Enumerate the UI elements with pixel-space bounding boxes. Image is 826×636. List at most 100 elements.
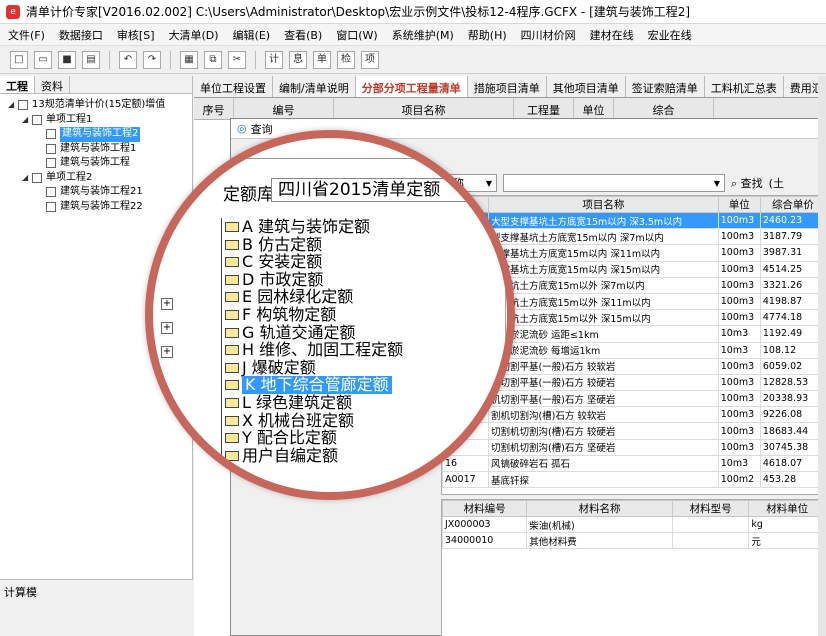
folder-icon [225,292,239,303]
cell-name: 大型支撑基坑土方底宽15m以内 深3.5m以内 [487,211,719,230]
library-item[interactable]: A 建筑与装饰定额 [225,218,370,236]
chevron-down-icon: ▼ [713,178,721,188]
library-item[interactable]: Y 配合比定额 [225,429,337,447]
magnified-content: 定额库 四川省2015清单定额 + + + A 建筑与装饰定额 B 仿古定额 C 安… [153,138,507,492]
library-select[interactable]: 四川省2015清单定额 [271,178,483,202]
dialog-title: 查询 [250,122,273,136]
cell-unit: 100m3 [717,292,761,311]
tab-project[interactable]: 工程 [0,76,35,93]
vertical-scrollbar[interactable] [818,76,826,636]
table-row[interactable]: 34000010 其他材料费 元 [442,532,826,549]
menu-item-0[interactable]: 文件(F) [8,27,45,43]
menu-item-11[interactable]: 宏业在线 [648,27,692,43]
toolbar-separator [109,50,110,69]
tree-item-label: 单项工程2 [46,171,93,183]
save-icon[interactable]: ■ [58,50,76,69]
project-icon [18,100,28,111]
library-item[interactable]: H 维修、加固工程定额 [225,341,403,359]
unit-icon[interactable]: 单 [313,50,331,69]
library-item-label: Y 配合比定额 [242,428,337,448]
library-item[interactable]: F 构筑物定额 [225,306,336,324]
copy-icon[interactable]: ⧉ [204,50,222,69]
cell-name: 切割机切割沟(槽)石方 较硬岩 [487,422,719,440]
menu-item-5[interactable]: 查看(B) [284,27,322,43]
cell-unit: 元 [748,532,826,549]
cell-unit: kg [748,516,826,533]
cell-name: 车运淤泥流砂 运距≤1km [487,325,719,343]
undo-icon[interactable]: ↶ [119,50,137,69]
menu-item-2[interactable]: 审核[S] [117,27,155,43]
library-item[interactable]: X 机械台班定额 [225,411,354,430]
check-icon[interactable]: 检 [337,50,355,69]
folder-icon [225,380,239,391]
expand-icon[interactable]: + [161,322,173,334]
folder-icon [32,172,42,183]
cell-price: 20338.93 [759,390,826,408]
find-button[interactable]: ⌕ 查找 [731,175,763,191]
grid-col-header: 工程量 [514,98,574,119]
tree-item[interactable]: ◢ 单项工程1 [8,113,192,128]
library-item-label: L 绿色建筑定额 [242,393,353,412]
library-item[interactable]: G 轨道交通定额 [225,323,356,342]
cell-model [671,516,750,533]
item-icon[interactable]: 项 [361,50,379,69]
library-item[interactable]: C 安装定额 [225,253,322,271]
menu-item-7[interactable]: 系统维护(M) [392,27,454,43]
tree-item-label: 建筑与装饰工程 [60,157,130,168]
cell-unit: 100m3 [717,373,761,392]
library-item[interactable]: J 爆破定额 [225,358,316,377]
cell-unit: 100m3 [717,228,761,246]
col-mat-unit: 材料单位 [748,500,826,517]
cell-name: 支撑基坑土方底宽15m以内 深15m以内 [487,260,719,278]
menu-item-1[interactable]: 数据接口 [59,27,103,43]
document-icon [46,129,56,140]
main-tab-3[interactable]: 措施项目清单 [468,76,547,97]
main-tab-6[interactable]: 工料机汇总表 [705,76,784,97]
menu-item-3[interactable]: 大清单(D) [169,27,219,43]
menu-item-6[interactable]: 窗口(W) [336,27,377,43]
search-input[interactable]: ▼ [503,174,725,192]
cell-price: 3987.31 [759,244,826,262]
menu-item-8[interactable]: 帮助(H) [468,27,507,43]
export-icon[interactable]: ▤ [82,50,100,69]
tab-resources[interactable]: 资料 [35,76,70,93]
library-item[interactable]: K 地下综合管廊定额 [225,376,392,395]
folder-icon [225,327,239,338]
cell-price: 4514.25 [759,260,826,278]
library-item[interactable]: E 园林绿化定额 [225,288,353,306]
collapse-icon[interactable]: ◢ [22,171,32,186]
redo-icon[interactable]: ↷ [143,50,161,69]
library-item-label: H 维修、加固工程定额 [242,340,404,360]
collapse-icon[interactable]: ◢ [22,113,32,128]
open-folder-icon[interactable]: ▭ [34,50,52,69]
query-icon: ◎ [237,122,247,135]
collapse-icon[interactable]: ◢ [8,98,18,113]
library-item[interactable]: B 仿古定额 [225,235,322,254]
cell-name: 风镐破碎岩石 孤石 [487,454,719,473]
library-item[interactable]: 用户自编定额 [225,446,338,465]
library-item[interactable]: D 市政定额 [225,270,323,289]
table-icon[interactable]: ▦ [180,50,198,69]
calc-icon[interactable]: 计 [265,50,283,69]
main-tab-1[interactable]: 编制/清单说明 [273,76,356,97]
library-item[interactable]: L 绿色建筑定额 [225,394,352,412]
cell-unit: 100m3 [717,357,761,375]
document-icon [46,201,56,212]
expand-icon[interactable]: + [161,298,173,310]
menu-item-9[interactable]: 四川材价网 [521,27,576,43]
main-tab-2[interactable]: 分部分项工程量清单 [355,76,468,97]
info-icon[interactable]: 息 [289,50,307,69]
tree-item-label: 建筑与装饰工程2 [60,127,141,142]
table-row[interactable]: JX000003 柴油(机械) kg [442,516,826,533]
new-file-icon[interactable]: □ [10,50,28,69]
main-tab-0[interactable]: 单位工程设置 [194,76,273,97]
cut-icon[interactable]: ✂ [228,50,246,69]
menu-bar: 文件(F) 数据接口 审核[S] 大清单(D) 编辑(E) 查看(B) 窗口(W) 系统维护(… [0,24,826,46]
main-tab-5[interactable]: 签证索赔清单 [626,76,705,97]
main-tab-4[interactable]: 其他项目清单 [547,76,626,97]
menu-item-10[interactable]: 建材在线 [590,27,634,43]
expand-icon[interactable]: + [161,346,173,358]
cell-name: 型支撑基坑土方底宽15m以内 深7m以内 [487,228,719,246]
tree-item[interactable]: ◢ 13规范清单计价(15定额)增值 [8,98,192,113]
menu-item-4[interactable]: 编辑(E) [233,27,271,43]
